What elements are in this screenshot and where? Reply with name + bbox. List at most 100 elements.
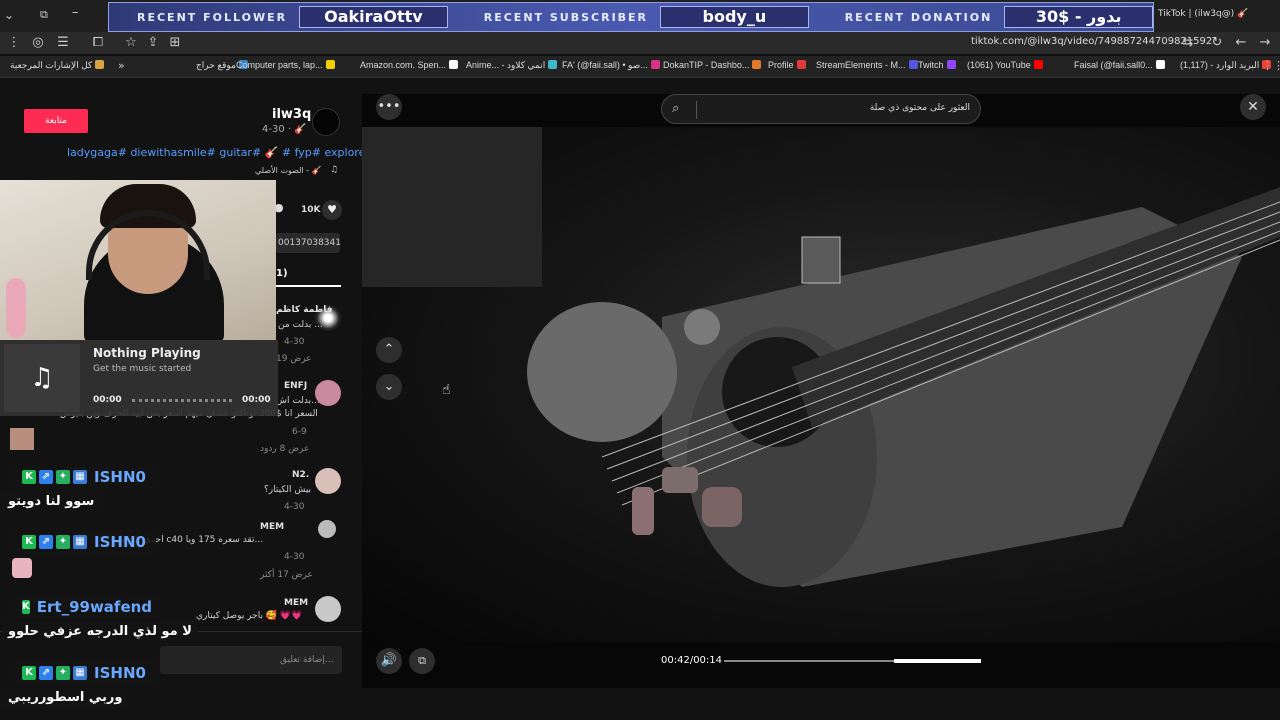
music-progress-track: [132, 399, 232, 402]
tab-search-icon[interactable]: ☰: [55, 35, 71, 51]
emote-image: [12, 558, 32, 578]
comment-author[interactable]: ENFJ: [284, 381, 307, 391]
chat-username: K Ert_99wafend: [14, 595, 160, 619]
picture-in-picture-icon[interactable]: ⧉: [409, 648, 435, 674]
share-icon[interactable]: ⇪: [145, 35, 161, 51]
bookmark-item[interactable]: كل الإشارات المرجعية: [10, 60, 105, 71]
comments-tab[interactable]: 1): [276, 268, 288, 279]
comment-icon[interactable]: ●: [274, 201, 288, 219]
badge-icon: K: [22, 535, 36, 549]
post-username[interactable]: ilw3q: [272, 107, 311, 122]
bookmark-label: StreamElements - M...: [816, 60, 906, 70]
bookmark-item[interactable]: Anime... - انمي كلاود: [466, 60, 558, 71]
comment-avatar[interactable]: [315, 468, 341, 494]
bookmark-star-icon[interactable]: ☆: [123, 35, 139, 51]
sticker: [684, 309, 720, 345]
volume-icon[interactable]: 🔊: [376, 648, 402, 674]
badge-icon: K: [22, 600, 30, 614]
comment-author[interactable]: MEM: [260, 522, 284, 532]
comment-author[interactable]: فاطمة كاظم: [276, 305, 333, 315]
chat-message: وربي اسطورريبي: [2, 688, 129, 707]
bookmark-item[interactable]: FA' (@faii.sall) • صو...: [562, 60, 660, 71]
comment-author[interactable]: MEM: [284, 598, 308, 608]
install-app-icon[interactable]: ⊞: [167, 35, 183, 51]
bookmark-item[interactable]: Computer parts, lap...: [236, 60, 335, 70]
reload-icon[interactable]: ↻: [1209, 35, 1225, 51]
bookmark-label: البريد الوارد - (1,117): [1180, 60, 1260, 70]
badge-icon: ✦: [56, 666, 70, 680]
comment-text: بدلت اش...: [276, 396, 320, 406]
forward-icon[interactable]: ←: [1233, 35, 1249, 51]
bookmark-item[interactable]: Twitch: [918, 60, 956, 70]
site-settings-icon[interactable]: ⇆: [1180, 35, 1196, 51]
badge-icon: ⇗: [39, 666, 53, 680]
chat-username: K ⇗ ✦ ▦ ISHN0: [14, 465, 156, 489]
bookmark-label: Amazon.com. Spen...: [360, 60, 447, 70]
bookmark-item[interactable]: Amazon.com. Spen...: [360, 60, 459, 70]
car-window: [362, 127, 542, 287]
tab-menu-icon[interactable]: ⌄: [4, 8, 14, 22]
bookmark-item[interactable]: (1061) YouTube: [967, 60, 1043, 70]
recent-donation-value: 30$ - بدور: [1004, 6, 1153, 28]
minimize-icon[interactable]: –: [72, 5, 79, 20]
guitar-scene: [362, 127, 1280, 587]
copy-link-field[interactable]: 00137038341: [276, 233, 341, 253]
video-frame[interactable]: [362, 127, 1280, 642]
now-playing-title: Nothing Playing: [93, 346, 201, 360]
search-icon: ⌕: [672, 101, 680, 116]
bookmark-label: Computer parts, lap...: [236, 60, 323, 70]
bookmark-favicon-icon: [946, 60, 956, 69]
bookmarks-apps-icon[interactable]: ⋮⋮: [1262, 59, 1280, 72]
next-video-chevron-down-icon[interactable]: ⌄: [376, 374, 402, 400]
previous-video-chevron-up-icon[interactable]: ⌃: [376, 337, 402, 363]
address-bar[interactable]: tiktok.com/@ilw3q/video/7498872447098215…: [971, 36, 1212, 47]
back-icon[interactable]: →: [1257, 35, 1273, 51]
more-menu-icon[interactable]: ⋮: [6, 35, 22, 51]
comment-date: 4-30: [284, 337, 305, 347]
post-hashtags[interactable]: ladygaga# diewithasmile# guitar# 🎸 # fyp…: [67, 146, 375, 159]
bookmark-favicon-icon: [908, 60, 918, 69]
extension-icon[interactable]: ◎: [30, 35, 46, 51]
bookmark-favicon-icon: [548, 60, 558, 69]
comment-author[interactable]: N2.: [292, 470, 309, 480]
window-restore-icon[interactable]: ⧉: [40, 8, 48, 22]
progress-played: [724, 660, 894, 662]
view-replies-link[interactable]: عرض 19: [276, 354, 312, 364]
comment-avatar[interactable]: [315, 596, 341, 622]
recent-follower-value: OakiraOttv: [299, 6, 448, 28]
progress-buffered: [893, 659, 981, 663]
recent-subscriber-label: RECENT SUBSCRIBER: [483, 10, 649, 24]
webcam-overlay: [0, 180, 276, 340]
bookmark-item[interactable]: StreamElements - M...: [816, 60, 918, 70]
music-time-end: 00:00: [242, 395, 271, 405]
bookmark-label: Anime... - انمي كلاود: [466, 60, 546, 70]
view-replies-link[interactable]: عرض 17 أكثر: [260, 570, 313, 580]
comment-input[interactable]: إضافة تعليق...: [160, 646, 342, 674]
comment-avatar[interactable]: [318, 520, 336, 538]
bookmark-item[interactable]: DokanTIP - Dashbo...: [663, 60, 762, 70]
bookmark-label: Faisal (@faii.sall0...: [1074, 60, 1153, 70]
search-placeholder: العثور على محتوى ذي صلة: [869, 103, 970, 113]
view-replies-link[interactable]: عرض 8 ردود: [260, 444, 309, 454]
bookmarks-overflow-icon[interactable]: »: [118, 59, 125, 72]
extensions-puzzle-icon[interactable]: ⧠: [90, 35, 106, 51]
bookmark-item[interactable]: Profile: [768, 60, 806, 70]
post-sound[interactable]: الصوت الأصلي - 🎸: [255, 166, 322, 175]
bookmark-label: (1061) YouTube: [967, 60, 1031, 70]
more-options-button[interactable]: •••: [376, 94, 402, 120]
bookmark-item[interactable]: البريد الوارد - (1,117): [1180, 60, 1272, 71]
active-tab-title[interactable]: TikTok | (ilw3q@) 🎸: [1158, 9, 1248, 19]
search-input[interactable]: ⌕ العثور على محتوى ذي صلة: [661, 94, 981, 124]
close-icon[interactable]: ✕: [1240, 94, 1266, 120]
now-playing-widget: ♫ Nothing Playing Get the music started …: [0, 340, 278, 416]
follow-button[interactable]: متابعة: [24, 109, 88, 133]
bookmark-item[interactable]: Faisal (@faii.sall0...: [1074, 60, 1165, 70]
author-avatar[interactable]: [312, 108, 340, 136]
comment-date: 6-9: [292, 427, 307, 437]
bookmark-label: DokanTIP - Dashbo...: [663, 60, 750, 70]
comment-date: 4-30: [284, 502, 305, 512]
progress-track[interactable]: [724, 659, 981, 663]
heart-icon[interactable]: ♥: [322, 200, 342, 220]
chat-message: سوو لنا دويتو: [2, 492, 101, 511]
now-playing-subtitle: Get the music started: [93, 364, 192, 374]
